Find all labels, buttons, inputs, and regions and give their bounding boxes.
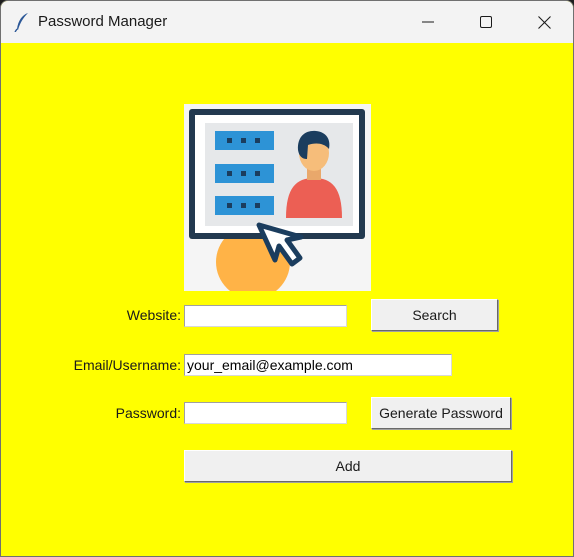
- generate-password-button[interactable]: Generate Password: [371, 397, 511, 429]
- minimize-button[interactable]: [399, 1, 457, 43]
- password-input[interactable]: [184, 402, 347, 424]
- close-icon: [537, 15, 551, 29]
- email-input[interactable]: [184, 354, 452, 376]
- window-title: Password Manager: [38, 13, 168, 30]
- add-button[interactable]: Add: [184, 450, 512, 482]
- close-button[interactable]: [515, 1, 573, 43]
- website-label: Website:: [126, 307, 181, 323]
- app-window: Password Manager Website: Search Email/U…: [0, 0, 574, 557]
- email-label: Email/Username:: [73, 357, 181, 373]
- maximize-icon: [480, 16, 492, 28]
- password-label: Password:: [115, 405, 181, 421]
- maximize-button[interactable]: [457, 1, 515, 43]
- minimize-icon: [422, 21, 434, 23]
- title-bar[interactable]: Password Manager: [1, 1, 573, 43]
- search-button[interactable]: Search: [371, 299, 498, 331]
- website-input[interactable]: [184, 305, 347, 327]
- feather-icon: [14, 13, 28, 32]
- user-profile-screen-cursor-icon: [184, 104, 371, 291]
